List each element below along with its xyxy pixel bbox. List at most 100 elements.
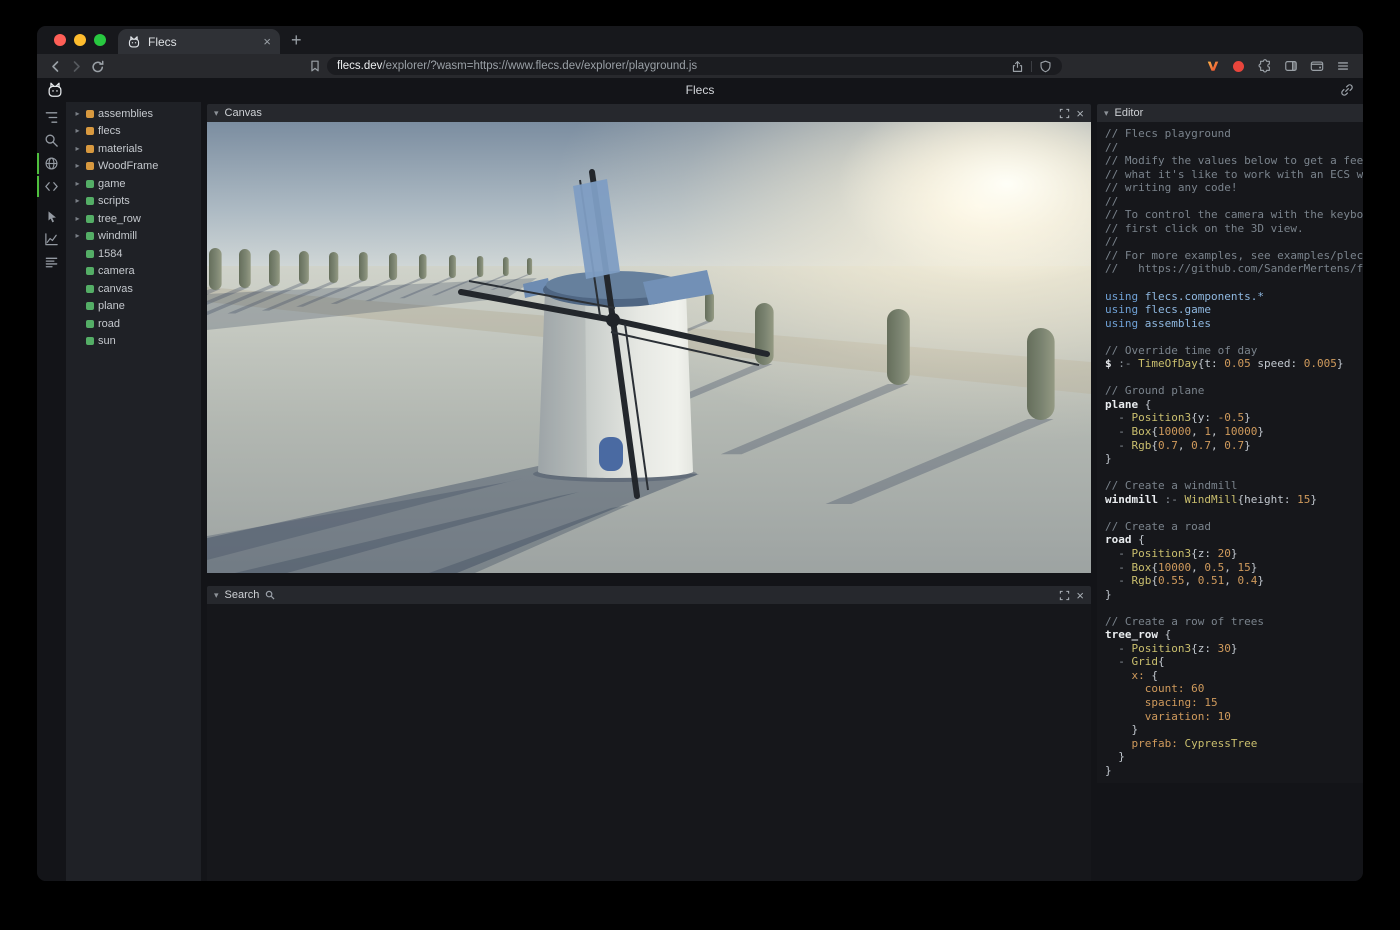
close-panel-icon[interactable]: ×: [1076, 589, 1084, 602]
tab-close-icon[interactable]: ×: [261, 35, 273, 48]
code-editor-button[interactable]: [37, 175, 66, 198]
main-column: ▾ Canvas × ▾ Search: [207, 102, 1091, 881]
tree-item-label: camera: [98, 265, 135, 277]
canvas-panel: ▾ Canvas ×: [207, 104, 1091, 573]
permalink-icon[interactable]: [1340, 83, 1354, 97]
search-panel: ▾ Search ×: [207, 586, 1091, 881]
extension-icons: [1202, 56, 1355, 76]
new-tab-button[interactable]: +: [291, 31, 302, 49]
tab-title: Flecs: [148, 35, 254, 49]
zoom-window-button[interactable]: [94, 34, 106, 46]
tree-item-label: assemblies: [98, 108, 153, 120]
flecs-favicon-icon: [127, 35, 141, 49]
logs-button[interactable]: [37, 251, 66, 274]
expand-caret-icon[interactable]: ▸: [73, 215, 82, 223]
omnibox-divider: [1031, 61, 1032, 72]
collapse-caret-icon[interactable]: ▾: [214, 109, 219, 118]
tree-item-sun[interactable]: sun: [66, 333, 201, 351]
expand-caret-icon[interactable]: ▸: [73, 127, 82, 135]
bookmarks-panel-icon[interactable]: [304, 56, 325, 76]
tree-item-plane[interactable]: plane: [66, 298, 201, 316]
expand-caret-icon[interactable]: ▸: [73, 110, 82, 118]
search-panel-title: Search: [225, 589, 260, 601]
query-search-button[interactable]: [37, 129, 66, 152]
tree-item-label: sun: [98, 335, 116, 347]
extensions-puzzle-icon[interactable]: [1254, 56, 1275, 76]
browser-toolbar: flecs.dev/explorer/?wasm=https://www.fle…: [37, 54, 1363, 78]
extension-v-icon[interactable]: [1202, 56, 1223, 76]
left-icon-bar: [37, 102, 66, 881]
inspector-button[interactable]: [37, 205, 66, 228]
extension-record-icon[interactable]: [1228, 56, 1249, 76]
tree-item-tree_row[interactable]: ▸tree_row: [66, 210, 201, 228]
collapse-caret-icon[interactable]: ▾: [1104, 109, 1109, 118]
reload-button[interactable]: [87, 56, 108, 76]
expand-caret-icon[interactable]: ▸: [73, 232, 82, 240]
fullscreen-icon[interactable]: [1059, 108, 1070, 119]
entity-icon: [86, 215, 94, 223]
url-text: flecs.dev/explorer/?wasm=https://www.fle…: [337, 60, 1004, 72]
tree-item-WoodFrame[interactable]: ▸WoodFrame: [66, 158, 201, 176]
back-button[interactable]: [45, 56, 66, 76]
tree-item-canvas[interactable]: canvas: [66, 280, 201, 298]
entity-icon: [86, 250, 94, 258]
entity-icon: [86, 320, 94, 328]
module-icon: [86, 110, 94, 118]
entity-icon: [86, 267, 94, 275]
search-icon: [265, 590, 275, 600]
module-icon: [86, 127, 94, 135]
tree-item-road[interactable]: road: [66, 315, 201, 333]
search-results[interactable]: [207, 604, 1091, 881]
canvas-panel-title: Canvas: [225, 107, 262, 119]
expand-caret-icon[interactable]: ▸: [73, 197, 82, 205]
tree-item-assemblies[interactable]: ▸ assemblies: [66, 105, 201, 123]
module-icon: [86, 145, 94, 153]
tree-item-game[interactable]: ▸ game: [66, 175, 201, 193]
traffic-lights: [37, 34, 118, 46]
wallet-icon[interactable]: [1306, 56, 1327, 76]
tree-item-camera[interactable]: camera: [66, 263, 201, 281]
entity-icon: [86, 285, 94, 293]
close-panel-icon[interactable]: ×: [1076, 107, 1084, 120]
canvas-3d-view[interactable]: [207, 122, 1091, 573]
expand-caret-icon[interactable]: ▸: [73, 162, 82, 170]
editor-panel-title: Editor: [1115, 107, 1144, 119]
tree-item-label: canvas: [98, 283, 133, 295]
search-panel-header: ▾ Search ×: [207, 586, 1091, 604]
tree-item-windmill[interactable]: ▸ windmill: [66, 228, 201, 246]
browser-window: Flecs × + flecs.dev/explorer/?wasm=https…: [37, 26, 1363, 881]
shield-icon[interactable]: [1039, 60, 1052, 73]
share-icon[interactable]: [1011, 60, 1024, 73]
tree-item-flecs[interactable]: ▸flecs: [66, 123, 201, 141]
tree-item-1584[interactable]: 1584: [66, 245, 201, 263]
fullscreen-icon[interactable]: [1059, 590, 1070, 601]
canvas-panel-header: ▾ Canvas ×: [207, 104, 1091, 122]
tree-item-materials[interactable]: ▸materials: [66, 140, 201, 158]
entities-outline-button[interactable]: [37, 106, 66, 129]
entity-tree: ▸assemblies▸flecs▸materials▸WoodFrame▸ga…: [66, 102, 201, 881]
entity-icon: [86, 232, 94, 240]
app-header: Flecs: [37, 78, 1363, 102]
browser-tab[interactable]: Flecs ×: [118, 29, 280, 54]
minimize-window-button[interactable]: [74, 34, 86, 46]
address-bar[interactable]: flecs.dev/explorer/?wasm=https://www.fle…: [327, 57, 1062, 75]
collapse-caret-icon[interactable]: ▾: [214, 591, 219, 600]
forward-button[interactable]: [66, 56, 87, 76]
expand-caret-icon[interactable]: ▸: [73, 145, 82, 153]
editor-panel: ▾ Editor × // Flecs playground//// Modif…: [1097, 104, 1363, 783]
module-icon: [86, 162, 94, 170]
tree-item-label: 1584: [98, 248, 122, 260]
side-panel-icon[interactable]: [1280, 56, 1301, 76]
entity-icon: [86, 180, 94, 188]
tree-item-label: windmill: [98, 230, 137, 242]
entity-icon: [86, 302, 94, 310]
scene-canvas-button[interactable]: [37, 152, 66, 175]
stats-chart-button[interactable]: [37, 228, 66, 251]
tree-item-scripts[interactable]: ▸scripts: [66, 193, 201, 211]
tree-item-label: game: [98, 178, 126, 190]
page-title: Flecs: [686, 83, 715, 97]
expand-caret-icon[interactable]: ▸: [73, 180, 82, 188]
editor-code[interactable]: // Flecs playground//// Modify the value…: [1097, 122, 1363, 783]
menu-button[interactable]: [1332, 56, 1353, 76]
close-window-button[interactable]: [54, 34, 66, 46]
